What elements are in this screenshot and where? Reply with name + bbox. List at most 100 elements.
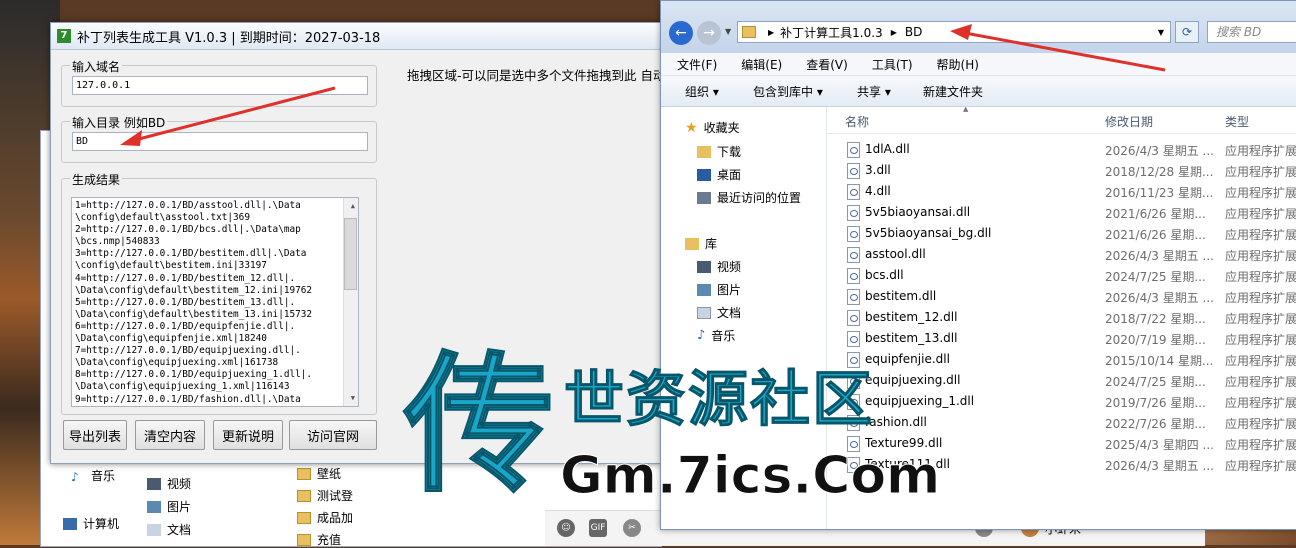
file-row[interactable]: equipfenjie.dll 2015/10/14 星期... 应用程序扩展 (827, 349, 1296, 370)
directory-input[interactable] (72, 132, 368, 151)
file-name: equipjuexing.dll (865, 373, 961, 387)
column-name[interactable]: 名称 (845, 113, 869, 130)
file-row[interactable]: equipjuexing_1.dll 2019/7/26 星期... 应用程序扩展 (827, 391, 1296, 412)
column-date-modified[interactable]: 修改日期 (1105, 113, 1153, 130)
result-line: 8=http://127.0.0.1/BD/equipjuexing_1.dll… (75, 369, 313, 381)
share-button[interactable]: 共享 ▾ (857, 83, 891, 100)
column-type[interactable]: 类型 (1225, 113, 1249, 130)
visit-website-button[interactable]: 访问官网 (289, 420, 377, 450)
bg-nav-computer[interactable]: 计算机 (63, 515, 119, 532)
emoji-icon[interactable]: ☺ (557, 519, 575, 537)
menu-tools[interactable]: 工具(T) (856, 53, 921, 75)
refresh-icon[interactable]: ⟳ (1175, 21, 1199, 43)
include-in-library-button[interactable]: 包含到库中 ▾ (753, 83, 823, 100)
documents-icon (697, 306, 711, 319)
scissors-icon[interactable]: ✂ (623, 519, 641, 537)
folder-icon (297, 511, 311, 524)
drop-zone-hint[interactable]: 拖拽区域-可以同是选中多个文件拖拽到此 自动 (407, 65, 666, 84)
new-folder-button[interactable]: 新建文件夹 (923, 83, 983, 100)
nav-music[interactable]: ♪ 音乐 (697, 327, 735, 344)
menu-view[interactable]: 查看(V) (790, 53, 856, 75)
bg-item-video[interactable]: 视频 (147, 475, 191, 492)
file-row[interactable]: 1dlA.dll 2026/4/3 星期五 ... 应用程序扩展 (827, 139, 1296, 160)
nav-pictures[interactable]: 图片 (697, 281, 741, 298)
result-textarea[interactable]: 1=http://127.0.0.1/BD/asstool.dll|.\Data… (71, 197, 359, 407)
result-scrollbar[interactable]: ▲ ▼ (343, 198, 358, 406)
nav-desktop[interactable]: 桌面 (697, 166, 741, 183)
bg-nav-music[interactable]: ♪ 音乐 (71, 467, 115, 484)
forward-arrow-icon[interactable]: → (697, 21, 721, 45)
folder-icon (297, 467, 311, 480)
address-bar[interactable]: ▶ 补丁计算工具1.0.3 ▶ BD ▼ (737, 21, 1171, 43)
result-text: 1=http://127.0.0.1/BD/asstool.dll|.\Data… (75, 200, 341, 406)
result-line: \Data\config\default\bestitem_12.ini|197… (75, 284, 313, 296)
file-row[interactable]: 5v5biaoyansai.dll 2021/6/26 星期... 应用程序扩展 (827, 202, 1296, 223)
file-row[interactable]: 5v5biaoyansai_bg.dll 2021/6/26 星期... 应用程序扩… (827, 223, 1296, 244)
file-row[interactable]: asstool.dll 2026/4/3 星期五 ... 应用程序扩展 (827, 244, 1296, 265)
nav-favorites[interactable]: ★ 收藏夹 (685, 119, 740, 136)
file-row[interactable]: bestitem.dll 2026/4/3 星期五 ... 应用程序扩展 (827, 286, 1296, 307)
result-line: \config\default\asstool.txt|369 (75, 212, 250, 224)
dll-file-icon (847, 163, 860, 179)
bg-folder-4[interactable]: 充值 (297, 531, 341, 548)
clear-content-button[interactable]: 清空内容 (135, 420, 205, 450)
file-row[interactable]: equipjuexing.dll 2024/7/25 星期... 应用程序扩展 (827, 370, 1296, 391)
menu-help[interactable]: 帮助(H) (921, 53, 987, 75)
file-name: 5v5biaoyansai.dll (865, 205, 971, 219)
file-row[interactable]: bestitem_13.dll 2020/7/19 星期... 应用程序扩展 (827, 328, 1296, 349)
result-line: \Data\config\equipfenjie.xml|18240 (75, 333, 267, 345)
folder-icon (297, 533, 311, 546)
bg-folder-1[interactable]: 壁纸 (297, 465, 341, 482)
breadcrumb-parent[interactable]: 补丁计算工具1.0.3 (780, 24, 883, 41)
file-date: 2018/7/22 星期... (1105, 312, 1206, 326)
file-date: 2019/7/26 星期... (1105, 396, 1206, 410)
result-line: \Data\config\default\bestitem_13.ini|157… (75, 308, 313, 320)
nav-recent-places[interactable]: 最近访问的位置 (697, 189, 801, 206)
scroll-down-icon[interactable]: ▼ (351, 392, 355, 404)
organize-button[interactable]: 组织 ▾ (685, 83, 719, 100)
downloads-icon (697, 145, 711, 158)
file-row[interactable]: bestitem_12.dll 2018/7/22 星期... 应用程序扩展 (827, 307, 1296, 328)
breadcrumb-separator-icon: ▶ (890, 27, 897, 37)
file-date: 2016/11/23 星期... (1105, 186, 1214, 200)
file-date: 2026/4/3 星期五 ... (1105, 249, 1214, 263)
file-row[interactable]: 4.dll 2016/11/23 星期... 应用程序扩展 (827, 181, 1296, 202)
dll-file-icon (847, 331, 860, 347)
update-notes-button[interactable]: 更新说明 (213, 420, 283, 450)
file-type: 应用程序扩展 (1225, 228, 1296, 242)
file-date: 2018/12/28 星期... (1105, 165, 1214, 179)
file-type: 应用程序扩展 (1225, 186, 1296, 200)
nav-libraries[interactable]: 库 (685, 235, 717, 252)
breadcrumb-current[interactable]: BD (905, 25, 922, 39)
nav-videos[interactable]: 视频 (697, 258, 741, 275)
bg-folder-3[interactable]: 成品加 (297, 509, 353, 526)
bg-folder-2[interactable]: 测试登 (297, 487, 353, 504)
file-row[interactable]: bcs.dll 2024/7/25 星期... 应用程序扩展 (827, 265, 1296, 286)
file-name: 1dlA.dll (865, 142, 910, 156)
bg-item-documents[interactable]: 文档 (147, 521, 191, 538)
window-title: 补丁列表生成工具 V1.0.3 | 到期时间：2027-03-18 (77, 30, 381, 46)
file-row[interactable]: fashion.dll 2022/7/26 星期... 应用程序扩展 (827, 412, 1296, 433)
scroll-up-icon[interactable]: ▲ (351, 200, 355, 212)
address-dropdown-icon[interactable]: ▼ (1158, 28, 1164, 37)
search-input[interactable]: 搜索 BD (1207, 21, 1296, 43)
result-line: \config\default\bestitem.ini|33197 (75, 260, 267, 272)
menu-bar: 文件(F) 编辑(E) 查看(V) 工具(T) 帮助(H) (661, 53, 1296, 76)
bg-item-pictures[interactable]: 图片 (147, 498, 191, 515)
nav-downloads[interactable]: 下载 (697, 143, 741, 160)
export-list-button[interactable]: 导出列表 (63, 420, 127, 450)
menu-edit[interactable]: 编辑(E) (725, 53, 790, 75)
result-line: 1=http://127.0.0.1/BD/asstool.dll|.\Data (75, 200, 301, 211)
menu-file[interactable]: 文件(F) (661, 53, 725, 75)
nav-documents[interactable]: 文档 (697, 304, 741, 321)
recent-pages-chevron-icon[interactable]: ▼ (725, 27, 731, 36)
explorer-nav-bar: ← → ▼ ▶ 补丁计算工具1.0.3 ▶ BD ▼ ⟳ 搜索 BD (661, 1, 1296, 53)
result-line: \Data\config\equipjuexing_1.xml|116143 (75, 381, 290, 393)
dll-file-icon (847, 226, 860, 242)
file-row[interactable]: 3.dll 2018/12/28 星期... 应用程序扩展 (827, 160, 1296, 181)
gif-button[interactable]: GIF (589, 519, 607, 537)
file-name: bcs.dll (865, 268, 904, 282)
back-arrow-icon[interactable]: ← (669, 21, 693, 45)
domain-input[interactable] (72, 76, 368, 95)
scroll-thumb[interactable] (344, 218, 357, 290)
